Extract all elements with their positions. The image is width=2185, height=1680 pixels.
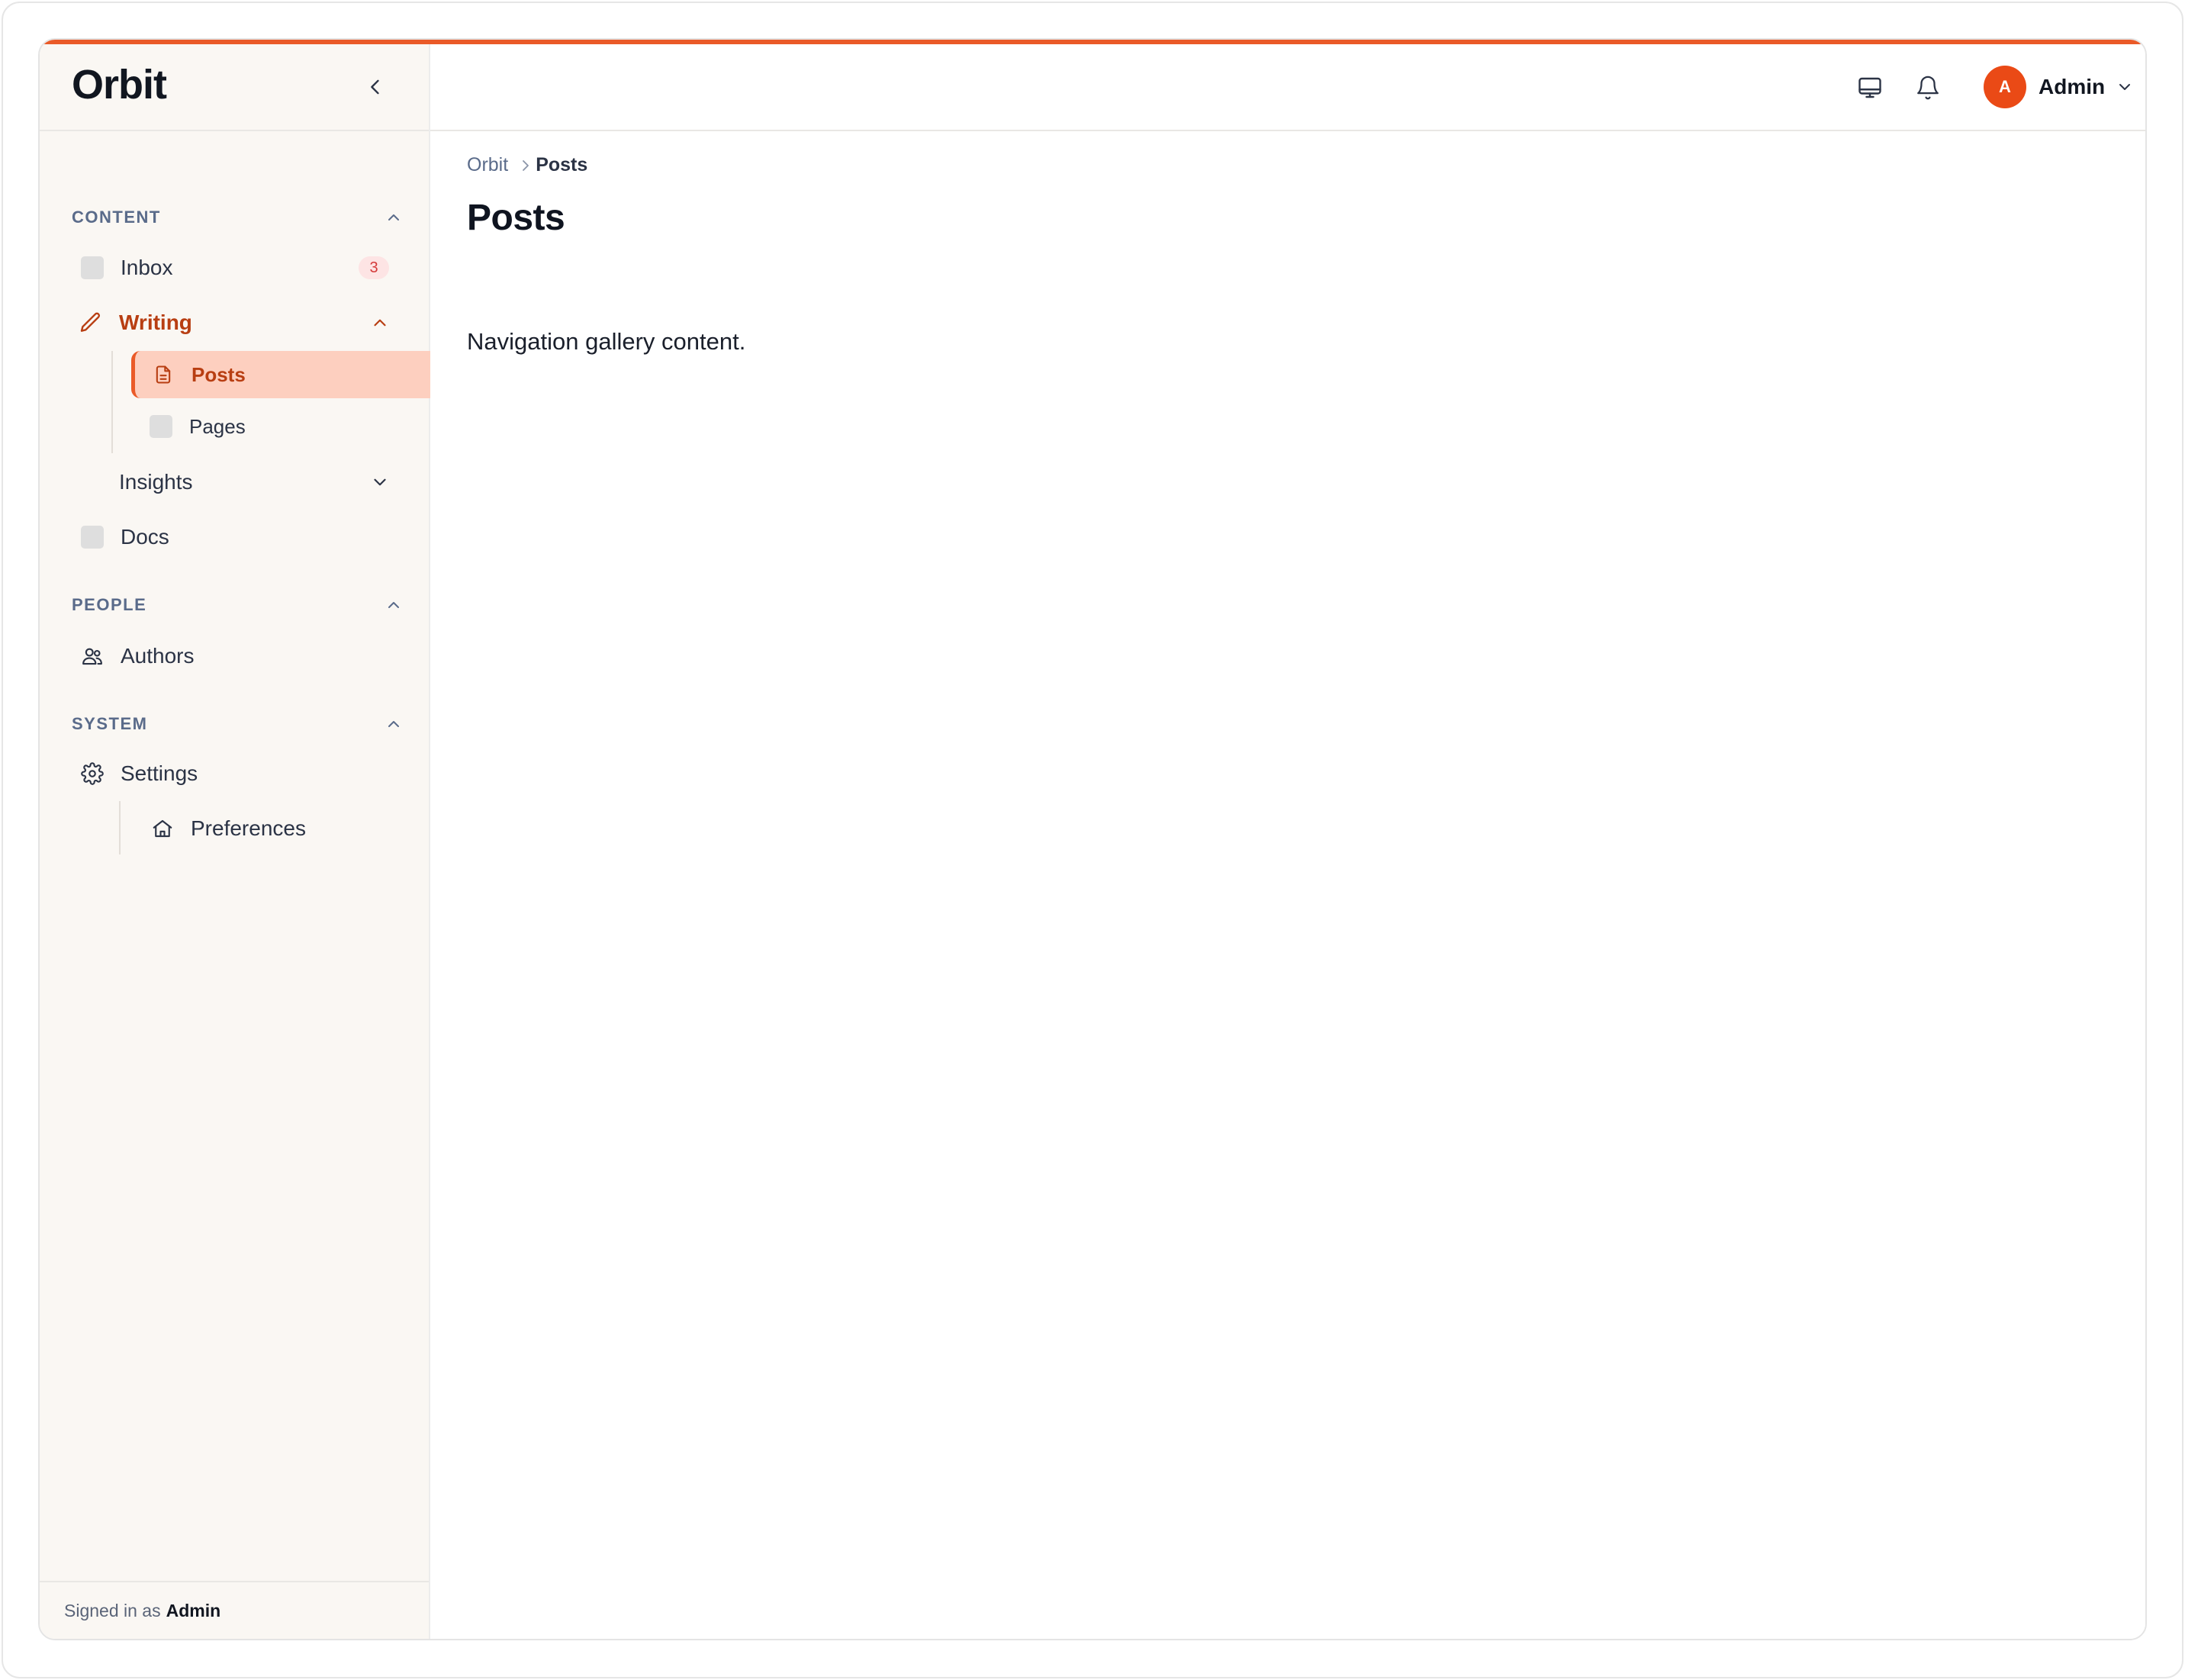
chevron-right-icon	[520, 158, 531, 173]
sidebar-footer: Signed in as Admin	[40, 1581, 429, 1639]
home-icon	[151, 817, 174, 840]
section-system-header: SYSTEM	[72, 709, 407, 739]
submenu-guide-line	[111, 351, 113, 453]
accent-bar	[40, 40, 2145, 44]
sidebar-subitem-label: Pages	[189, 414, 246, 438]
section-title: PEOPLE	[72, 595, 147, 614]
chevron-up-icon	[385, 596, 403, 614]
app-window: Orbit CONTENT Inbox 3 Writing Posts Page…	[38, 38, 2147, 1640]
avatar: A	[1984, 66, 2026, 108]
section-content-header: CONTENT	[72, 202, 407, 233]
user-name: Admin	[2039, 75, 2106, 98]
section-title: CONTENT	[72, 208, 161, 227]
chevron-down-icon[interactable]	[366, 468, 394, 496]
placeholder-square-icon	[79, 524, 105, 550]
sidebar-subitem-label: Preferences	[191, 816, 306, 840]
chevron-down-icon	[2116, 78, 2134, 96]
brand-row: Orbit	[40, 44, 429, 131]
sidebar-item-label: Inbox	[121, 256, 173, 279]
sidebar-item-inbox[interactable]: Inbox 3	[79, 246, 429, 290]
sidebar-item-label: Authors	[121, 644, 195, 668]
monitor-icon[interactable]	[1852, 70, 1887, 105]
breadcrumb: Orbit Posts	[467, 154, 587, 176]
sidebar-item-docs[interactable]: Docs	[79, 515, 429, 559]
pencil-icon	[78, 310, 104, 336]
section-people-header: PEOPLE	[72, 590, 407, 620]
sidebar-subitem-posts[interactable]: Posts	[131, 351, 446, 398]
section-content-toggle[interactable]	[380, 204, 407, 231]
main-content: Orbit Posts Posts Navigation gallery con…	[430, 133, 2145, 1639]
signed-in-user: Admin	[166, 1600, 221, 1620]
signed-in-prefix: Signed in as	[64, 1600, 161, 1620]
breadcrumb-root-link[interactable]: Orbit	[467, 154, 508, 176]
submenu-guide-line	[119, 801, 121, 854]
breadcrumb-current: Posts	[536, 154, 588, 175]
section-people-toggle[interactable]	[380, 591, 407, 619]
brand-logo[interactable]: Orbit	[72, 61, 167, 108]
section-title: SYSTEM	[72, 714, 148, 733]
sidebar-subitem-preferences[interactable]: Preferences	[151, 805, 426, 852]
sidebar-item-label: Insights	[119, 470, 193, 494]
sidebar-item-writing[interactable]: Writing	[78, 301, 426, 345]
sidebar-item-authors[interactable]: Authors	[79, 634, 429, 678]
collapse-sidebar-button[interactable]	[360, 72, 391, 102]
page-title: Posts	[467, 198, 565, 238]
page-body-text: Navigation gallery content.	[467, 328, 746, 355]
placeholder-square-icon	[79, 255, 105, 281]
sidebar-item-settings[interactable]: Settings	[79, 751, 429, 796]
inbox-count-badge: 3	[359, 256, 389, 279]
topbar: A Admin	[430, 44, 2145, 131]
sidebar-item-label: Settings	[121, 761, 198, 785]
sidebar-item-label: Writing	[119, 311, 192, 334]
chevron-up-icon	[385, 208, 403, 227]
section-system-toggle[interactable]	[380, 710, 407, 738]
sidebar: Orbit CONTENT Inbox 3 Writing Posts Page…	[40, 40, 446, 1639]
chevron-up-icon	[385, 715, 403, 733]
user-menu[interactable]: A Admin	[1984, 64, 2134, 110]
users-icon	[79, 643, 105, 669]
chevron-up-icon[interactable]	[366, 309, 394, 336]
chevron-left-icon	[365, 76, 386, 98]
sidebar-item-insights[interactable]: Insights	[119, 460, 426, 504]
document-icon	[152, 363, 175, 386]
bell-icon[interactable]	[1910, 70, 1945, 105]
sidebar-subitem-label: Posts	[191, 362, 246, 386]
sidebar-subitem-pages[interactable]: Pages	[131, 403, 446, 450]
gear-icon	[79, 761, 105, 787]
placeholder-square-icon	[150, 415, 172, 438]
sidebar-item-label: Docs	[121, 525, 169, 549]
